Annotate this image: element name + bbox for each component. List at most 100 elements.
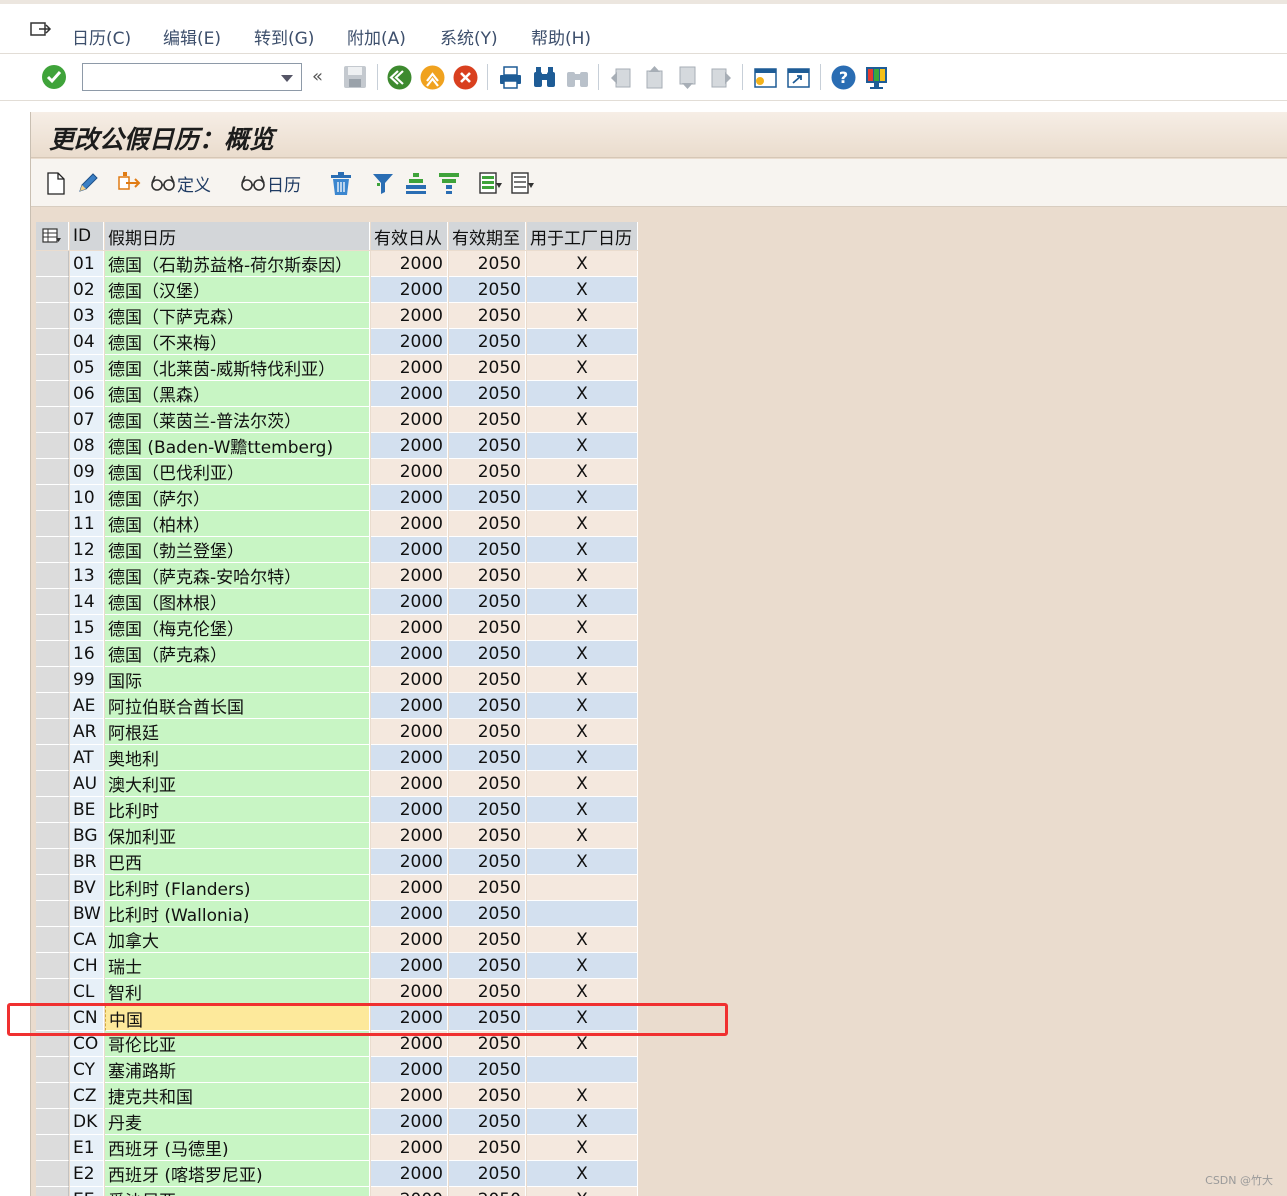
cell-valid-from[interactable]: 2000 [371, 511, 448, 537]
menu-system[interactable]: 系统(Y) [440, 24, 498, 49]
row-selector[interactable] [36, 329, 69, 355]
print-icon[interactable] [497, 64, 524, 91]
find-next-icon[interactable] [564, 64, 591, 91]
cell-valid-to[interactable]: 2050 [449, 433, 526, 459]
cell-valid-from[interactable]: 2000 [371, 1135, 448, 1161]
cell-holiday-calendar[interactable]: 阿拉伯联合酋长国 [105, 693, 370, 719]
cell-holiday-calendar[interactable]: 西班牙 (喀塔罗尼亚) [105, 1161, 370, 1187]
cell-holiday-calendar[interactable]: 德国（巴伐利亚） [105, 459, 370, 485]
calendar-button[interactable]: 日历 [239, 169, 301, 197]
row-selector[interactable] [36, 355, 69, 381]
cell-valid-to[interactable]: 2050 [449, 277, 526, 303]
cell-holiday-calendar[interactable]: 加拿大 [105, 927, 370, 953]
cell-valid-from[interactable]: 2000 [371, 927, 448, 953]
table-row[interactable]: 09 德国（巴伐利亚） 2000 2050 X [36, 459, 640, 485]
cell-valid-to[interactable]: 2050 [449, 537, 526, 563]
cell-valid-from[interactable]: 2000 [371, 1109, 448, 1135]
menu-edit[interactable]: 编辑(E) [163, 24, 221, 49]
row-selector[interactable] [36, 719, 69, 745]
cell-factory-calendar[interactable]: X [527, 1187, 638, 1196]
define-button[interactable]: 定义 [149, 169, 211, 197]
first-page-icon[interactable] [608, 64, 635, 91]
cell-holiday-calendar[interactable]: 比利时 (Flanders) [105, 875, 370, 901]
cell-factory-calendar[interactable]: X [527, 303, 638, 329]
table-row[interactable]: 15 德国（梅克伦堡） 2000 2050 X [36, 615, 640, 641]
table-row[interactable]: 11 德国（柏林） 2000 2050 X [36, 511, 640, 537]
cell-valid-from[interactable]: 2000 [371, 719, 448, 745]
row-selector[interactable] [36, 693, 69, 719]
cell-factory-calendar[interactable] [527, 1057, 638, 1083]
enter-icon[interactable] [41, 64, 67, 90]
cell-factory-calendar[interactable]: X [527, 329, 638, 355]
cell-holiday-calendar[interactable]: 比利时 (Wallonia) [105, 901, 370, 927]
row-selector[interactable] [36, 511, 69, 537]
cell-factory-calendar[interactable]: X [527, 927, 638, 953]
row-selector[interactable] [36, 615, 69, 641]
cell-holiday-calendar[interactable]: 瑞士 [105, 953, 370, 979]
cell-valid-to[interactable]: 2050 [449, 1031, 526, 1057]
cell-holiday-calendar[interactable]: 比利时 [105, 797, 370, 823]
cell-valid-to[interactable]: 2050 [449, 927, 526, 953]
cell-valid-from[interactable]: 2000 [371, 693, 448, 719]
cell-valid-from[interactable]: 2000 [371, 589, 448, 615]
column-header-factory-calendar[interactable]: 用于工厂日历 [527, 222, 638, 250]
cell-factory-calendar[interactable]: X [527, 823, 638, 849]
row-selector[interactable] [36, 485, 69, 511]
cell-valid-to[interactable]: 2050 [449, 355, 526, 381]
row-selector[interactable] [36, 589, 69, 615]
cell-holiday-calendar[interactable]: 德国（石勒苏益格-荷尔斯泰因） [105, 251, 370, 277]
table-row[interactable]: 99 国际 2000 2050 X [36, 667, 640, 693]
cell-valid-to[interactable]: 2050 [449, 251, 526, 277]
cell-valid-to[interactable]: 2050 [449, 1161, 526, 1187]
row-selector[interactable] [36, 953, 69, 979]
cell-factory-calendar[interactable]: X [527, 459, 638, 485]
cell-holiday-calendar[interactable]: 德国（勃兰登堡） [105, 537, 370, 563]
cell-factory-calendar[interactable]: X [527, 849, 638, 875]
table-row[interactable]: CL 智利 2000 2050 X [36, 979, 640, 1005]
cell-valid-from[interactable]: 2000 [371, 953, 448, 979]
cell-holiday-calendar[interactable]: 中国 [105, 1005, 370, 1031]
cell-factory-calendar[interactable]: X [527, 1161, 638, 1187]
cancel-icon[interactable] [452, 64, 479, 91]
cell-valid-to[interactable]: 2050 [449, 771, 526, 797]
cell-factory-calendar[interactable]: X [527, 589, 638, 615]
cell-holiday-calendar[interactable]: 德国（下萨克森） [105, 303, 370, 329]
table-row[interactable]: AT 奥地利 2000 2050 X [36, 745, 640, 771]
row-selector[interactable] [36, 641, 69, 667]
cell-factory-calendar[interactable]: X [527, 615, 638, 641]
table-row[interactable]: 02 德国（汉堡） 2000 2050 X [36, 277, 640, 303]
cell-valid-from[interactable]: 2000 [371, 407, 448, 433]
cell-valid-from[interactable]: 2000 [371, 1161, 448, 1187]
cell-holiday-calendar[interactable]: 德国（汉堡） [105, 277, 370, 303]
command-field[interactable] [82, 63, 302, 91]
row-selector[interactable] [36, 1083, 69, 1109]
cell-valid-to[interactable]: 2050 [449, 563, 526, 589]
cell-valid-from[interactable]: 2000 [371, 797, 448, 823]
row-selector[interactable] [36, 1057, 69, 1083]
table-row[interactable]: AR 阿根廷 2000 2050 X [36, 719, 640, 745]
cell-holiday-calendar[interactable]: 阿根廷 [105, 719, 370, 745]
cell-valid-from[interactable]: 2000 [371, 251, 448, 277]
row-selector[interactable] [36, 251, 69, 277]
row-selector[interactable] [36, 979, 69, 1005]
cell-valid-from[interactable]: 2000 [371, 329, 448, 355]
table-row[interactable]: 07 德国（莱茵兰-普法尔茨） 2000 2050 X [36, 407, 640, 433]
cell-valid-to[interactable]: 2050 [449, 953, 526, 979]
cell-factory-calendar[interactable]: X [527, 745, 638, 771]
menu-calendar[interactable]: 日历(C) [72, 24, 131, 49]
table-row[interactable]: CN 中国 2000 2050 X [36, 1005, 640, 1031]
column-header-valid-from[interactable]: 有效日从 [371, 222, 448, 250]
help-icon[interactable]: ? [830, 64, 857, 91]
cell-valid-from[interactable]: 2000 [371, 849, 448, 875]
cell-holiday-calendar[interactable]: 保加利亚 [105, 823, 370, 849]
cell-valid-to[interactable]: 2050 [449, 849, 526, 875]
row-selector[interactable] [36, 797, 69, 823]
table-row[interactable]: 06 德国（黑森） 2000 2050 X [36, 381, 640, 407]
cell-valid-from[interactable]: 2000 [371, 303, 448, 329]
previous-page-icon[interactable] [641, 64, 668, 91]
cell-factory-calendar[interactable]: X [527, 537, 638, 563]
row-selector[interactable] [36, 277, 69, 303]
table-row[interactable]: CA 加拿大 2000 2050 X [36, 927, 640, 953]
cell-valid-to[interactable]: 2050 [449, 589, 526, 615]
table-row[interactable]: E1 西班牙 (马德里) 2000 2050 X [36, 1135, 640, 1161]
